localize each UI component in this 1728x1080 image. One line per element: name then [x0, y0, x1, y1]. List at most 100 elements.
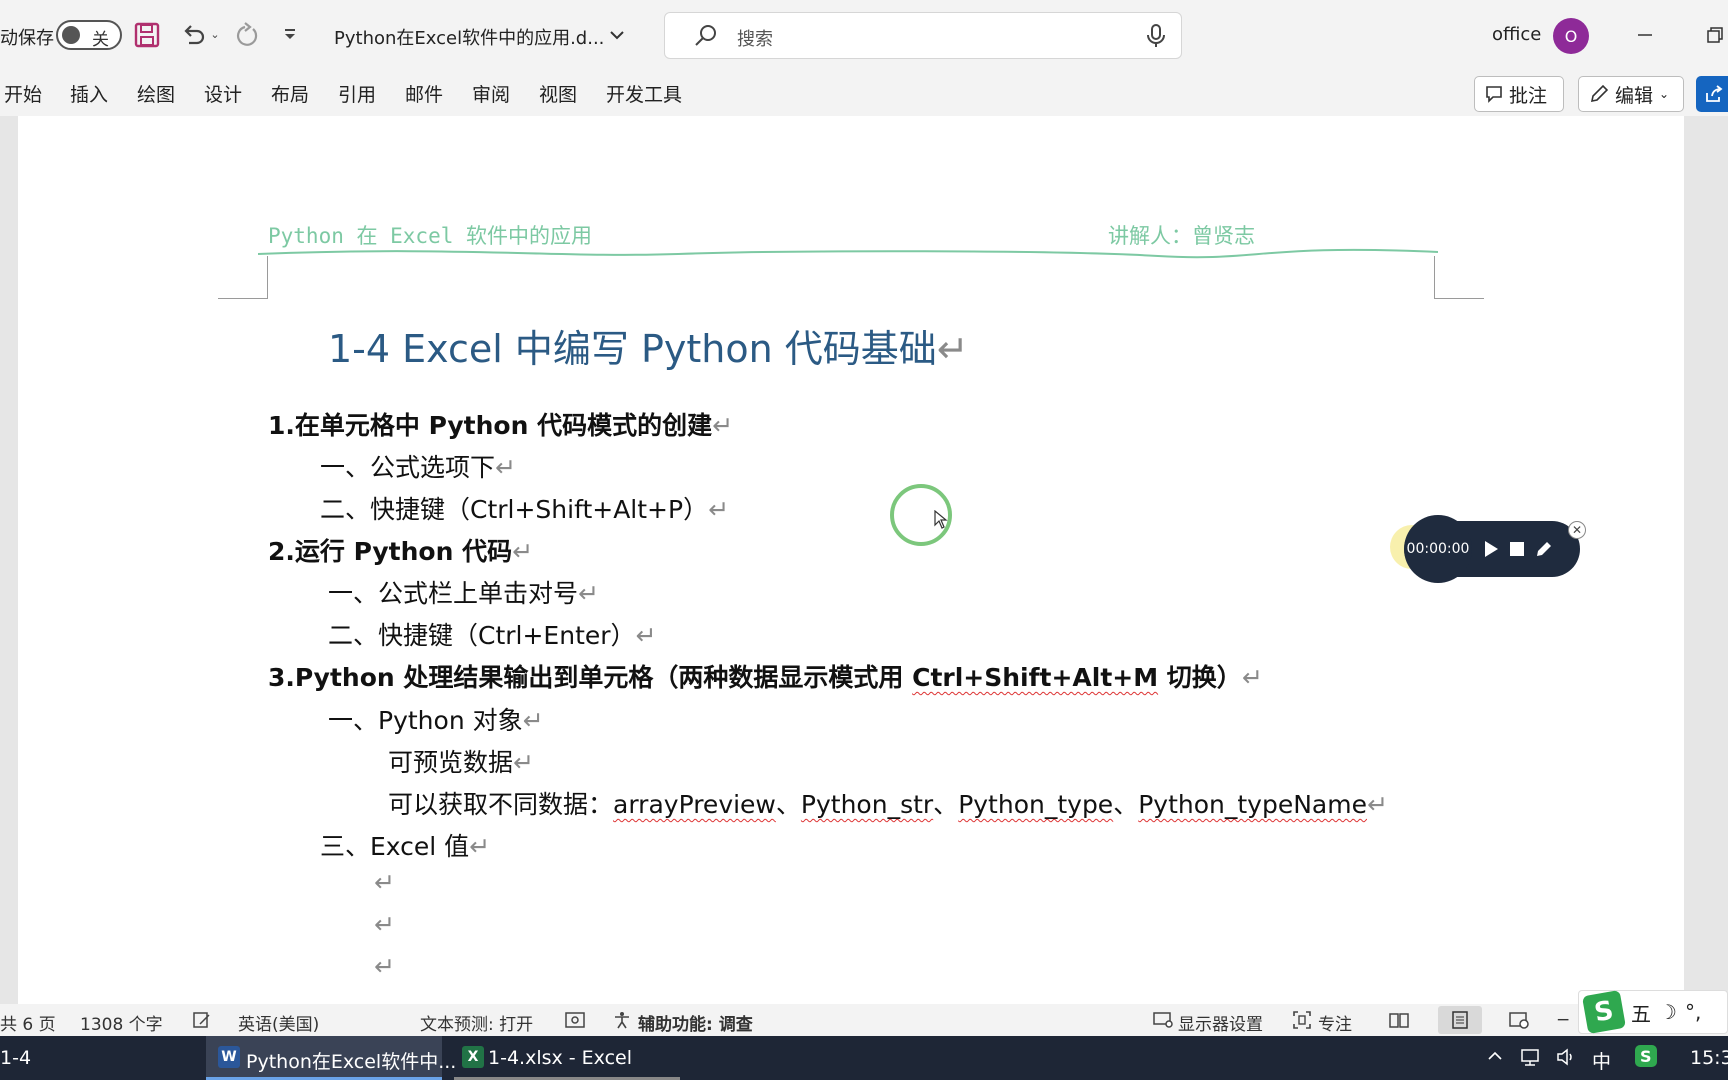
focus-icon[interactable]	[1292, 1010, 1312, 1035]
input-language[interactable]: 中	[1592, 1047, 1611, 1074]
paragraph-mark: ↵	[578, 579, 599, 608]
share-icon	[1706, 85, 1723, 102]
accessibility-status[interactable]: 辅助功能: 调查	[638, 1010, 753, 1035]
paragraph-mark: ↵	[1241, 663, 1263, 692]
paragraph-mark: ↵	[512, 537, 534, 566]
autosave-toggle[interactable]: 关	[56, 20, 122, 50]
save-icon[interactable]	[132, 20, 162, 50]
tab-layout[interactable]: 布局	[271, 80, 309, 107]
language[interactable]: 英语(美国)	[238, 1010, 319, 1035]
macro-record-icon[interactable]	[564, 1010, 586, 1035]
paragraph-mark: ↵	[1366, 790, 1388, 819]
list-item: 二、快捷键（Ctrl+Shift+Alt+P）↵	[320, 490, 729, 526]
header-divider	[258, 248, 1438, 259]
tab-draw[interactable]: 绘图	[137, 80, 175, 107]
separator: 、	[1113, 790, 1139, 819]
document-area[interactable]: Python 在 Excel 软件中的应用 讲解人：曾贤志 1-4 Excel …	[0, 116, 1728, 1004]
page-title-text: 1-4 Excel 中编写 Python 代码基础	[328, 327, 937, 371]
screen-recorder-widget[interactable]: 00:00:00	[1390, 515, 1580, 583]
section-heading-text: 2.运行 Python 代码	[268, 537, 513, 566]
empty-paragraph: ↵	[374, 868, 395, 897]
paragraph-mark: ↵	[374, 952, 395, 981]
word-app-icon: W	[218, 1046, 240, 1068]
punctuation-icon[interactable]: °,	[1685, 1000, 1701, 1024]
tab-developer[interactable]: 开发工具	[606, 80, 682, 107]
tab-insert[interactable]: 插入	[70, 80, 108, 107]
tab-mailings[interactable]: 邮件	[405, 80, 443, 107]
word-count[interactable]: 1308 个字	[80, 1010, 163, 1035]
list-item-text: 二、快捷键（Ctrl+Shift+Alt+P）	[320, 495, 709, 524]
display-settings-icon[interactable]	[1152, 1010, 1174, 1035]
clock[interactable]: 15:33	[1690, 1047, 1728, 1069]
redo-icon[interactable]	[230, 18, 264, 52]
stop-icon[interactable]	[1508, 540, 1526, 562]
comments-button[interactable]: 批注	[1474, 76, 1564, 112]
page-count[interactable]: 共 6 页	[0, 1010, 56, 1035]
chevron-down-icon: ⌄	[1659, 87, 1670, 101]
paragraph-mark: ↵	[495, 453, 516, 482]
taskbar-excel-window[interactable]: X 1-4.xlsx - Excel	[454, 1036, 680, 1080]
minimize-icon[interactable]	[1630, 20, 1660, 50]
chevron-down-icon[interactable]	[606, 24, 628, 46]
list-item-text: 一、公式栏上单击对号	[328, 579, 579, 608]
read-mode-icon[interactable]	[1388, 1010, 1410, 1035]
ime-mode[interactable]: 五	[1631, 998, 1651, 1027]
account-name[interactable]: office	[1492, 24, 1541, 45]
tab-references[interactable]: 引用	[338, 80, 376, 107]
list-item-text: 二、快捷键（Ctrl+Enter）	[328, 621, 636, 650]
volume-icon[interactable]	[1556, 1047, 1578, 1072]
document-page[interactable]: Python 在 Excel 软件中的应用 讲解人：曾贤志 1-4 Excel …	[18, 116, 1684, 1004]
editing-mode-button[interactable]: 编辑 ⌄	[1578, 76, 1684, 112]
excel-app-icon: X	[462, 1046, 484, 1068]
list-item-text: 一、公式选项下	[320, 453, 496, 482]
sogou-tray-icon[interactable]: S	[1634, 1044, 1658, 1073]
avatar[interactable]: O	[1553, 18, 1589, 54]
paragraph-mark: ↵	[374, 868, 395, 897]
accessibility-icon[interactable]	[612, 1010, 632, 1035]
tab-home[interactable]: 开始	[4, 80, 42, 107]
share-button[interactable]	[1696, 76, 1728, 112]
comments-label: 批注	[1509, 84, 1548, 107]
moon-icon[interactable]: ☽	[1659, 1000, 1677, 1024]
display-settings[interactable]: 显示器设置	[1178, 1010, 1263, 1035]
section-heading-text: 1.在单元格中 Python 代码模式的创建	[268, 411, 713, 440]
restore-icon[interactable]	[1700, 20, 1728, 50]
microphone-icon[interactable]	[1145, 23, 1167, 53]
taskbar: 1-4 W Python在Excel软件中... X 1-4.xlsx - Ex…	[0, 1036, 1728, 1080]
list-item-text: 可预览数据	[388, 748, 514, 777]
undo-dropdown-icon[interactable]: ⌄	[208, 26, 222, 42]
search-placeholder: 搜索	[737, 29, 773, 50]
taskbar-word-window[interactable]: W Python在Excel软件中...	[206, 1036, 456, 1080]
play-icon[interactable]	[1482, 539, 1500, 563]
autosave-state: 关	[92, 30, 109, 50]
customize-toolbar-icon[interactable]	[280, 24, 300, 44]
document-title[interactable]: Python在Excel软件中的应用.d...	[334, 24, 604, 50]
chevron-up-icon[interactable]	[1486, 1047, 1504, 1070]
web-layout-icon[interactable]	[1508, 1010, 1530, 1035]
pen-icon[interactable]	[1534, 539, 1554, 563]
ime-toolbar[interactable]: S 五 ☽ °,	[1578, 989, 1728, 1035]
print-layout-icon[interactable]	[1438, 1006, 1482, 1034]
zoom-out-icon[interactable]: −	[1556, 1010, 1570, 1030]
separator: 、	[775, 790, 801, 819]
taskbar-item[interactable]: 1-4	[0, 1047, 31, 1069]
page-title: 1-4 Excel 中编写 Python 代码基础↵	[328, 318, 969, 373]
tab-review[interactable]: 审阅	[472, 80, 510, 107]
editing-label: 编辑	[1615, 84, 1654, 107]
undo-icon[interactable]	[176, 18, 210, 52]
text-prediction[interactable]: 文本预测: 打开	[420, 1010, 533, 1035]
section-heading-3: 3.Python 处理结果输出到单元格（两种数据显示模式用 Ctrl+Shift…	[268, 658, 1263, 694]
tab-view[interactable]: 视图	[539, 80, 577, 107]
tab-design[interactable]: 设计	[204, 80, 242, 107]
autosave-label: 动保存	[0, 28, 54, 49]
network-icon[interactable]	[1520, 1047, 1542, 1072]
focus-mode[interactable]: 专注	[1318, 1010, 1352, 1035]
section-heading-text: 3.Python 处理结果输出到单元格（两种数据显示模式用	[268, 663, 913, 692]
list-item-text: 一、Python 对象	[328, 706, 523, 735]
search-input[interactable]: 搜索	[664, 12, 1182, 59]
section-heading-suffix: 切换）	[1158, 663, 1242, 692]
proofing-icon[interactable]	[192, 1010, 212, 1035]
paragraph-mark: ↵	[936, 327, 969, 371]
sogou-logo-icon: S	[1581, 989, 1627, 1035]
close-icon[interactable]: ✕	[1568, 521, 1586, 539]
